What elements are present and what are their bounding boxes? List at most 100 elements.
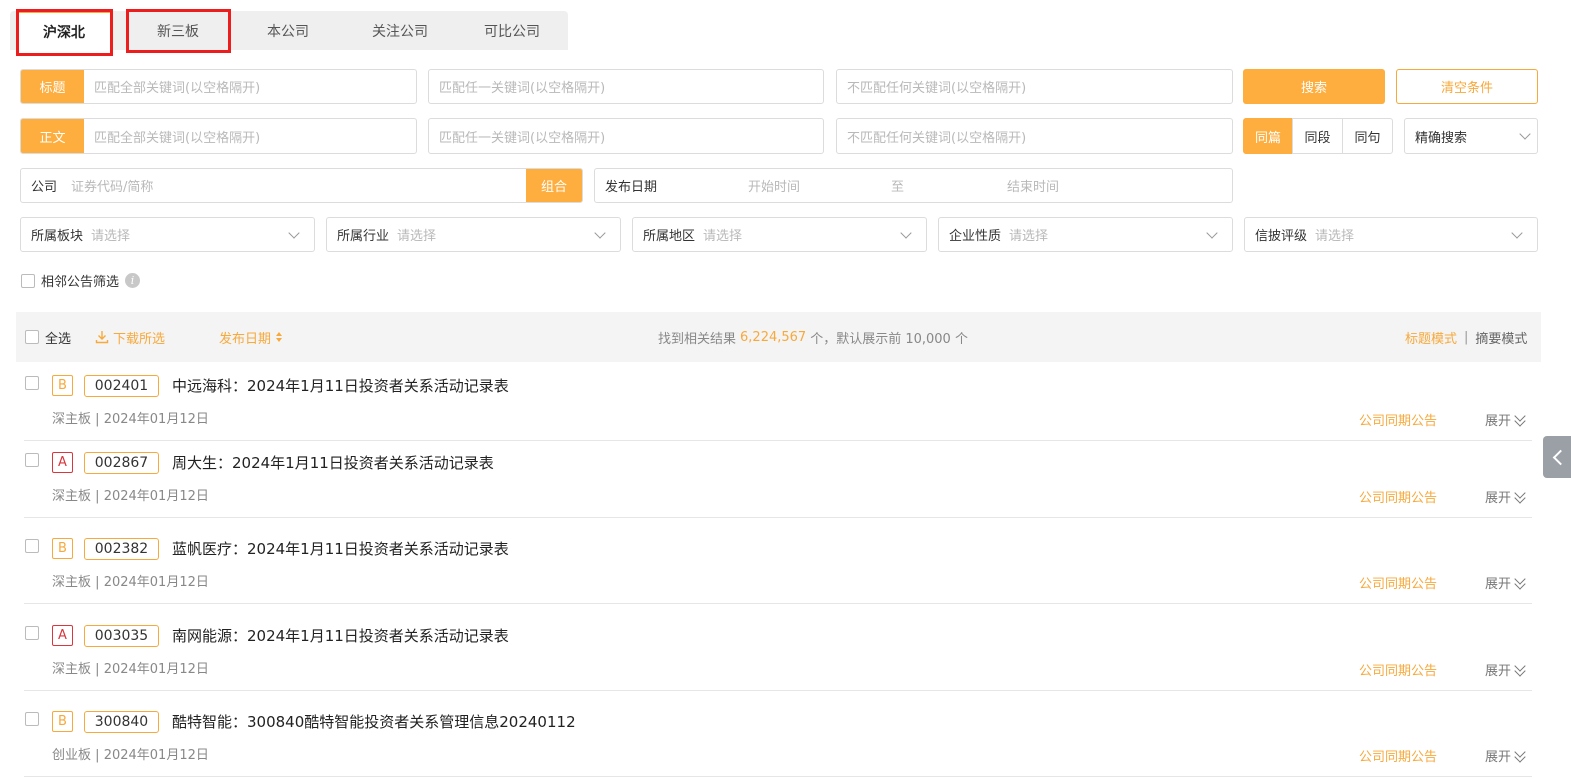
adjacent-filter-checkbox[interactable] <box>21 273 35 288</box>
company-sync-link[interactable]: 公司同期公告 <box>1359 573 1437 592</box>
select-all[interactable]: 全选 <box>25 312 71 362</box>
body-any-keyword-field[interactable]: 匹配任一关键词(以空格隔开) <box>428 118 824 154</box>
chevron-down-icon <box>900 226 912 239</box>
stock-code[interactable]: 300840 <box>84 711 159 733</box>
row-meta: 深主板 | 2024年01月12日 <box>52 571 209 590</box>
tab-own-company[interactable]: 本公司 <box>238 11 338 50</box>
found-count: 6,224,567 <box>740 329 807 345</box>
expand-button[interactable]: 展开 <box>1485 410 1526 429</box>
select-all-checkbox[interactable] <box>25 330 39 344</box>
download-selected-button[interactable]: 下载所选 <box>95 312 165 362</box>
sort-by-date[interactable]: 发布日期 <box>219 312 283 362</box>
info-icon[interactable]: i <box>125 273 141 288</box>
tab-xinsanban[interactable]: 新三板 <box>128 11 228 50</box>
select-placeholder: 请选择 <box>91 229 131 244</box>
tab-label: 关注公司 <box>372 23 428 40</box>
tab-followed-companies[interactable]: 关注公司 <box>350 11 450 50</box>
announcement-title[interactable]: 周大生：2024年1月11日投资者关系活动记录表 <box>172 452 494 473</box>
company-sync-link[interactable]: 公司同期公告 <box>1359 487 1437 506</box>
title-mode-button[interactable]: 标题模式 <box>1405 328 1457 347</box>
found-prefix: 找到相关结果 <box>658 331 737 347</box>
double-chevron-down-icon <box>1514 414 1526 426</box>
scope-same-article[interactable]: 同篇 <box>1243 118 1293 154</box>
region-select[interactable]: 所属地区 请选择 <box>632 217 927 252</box>
industry-select[interactable]: 所属行业 请选择 <box>326 217 621 252</box>
row-checkbox[interactable] <box>25 712 39 726</box>
company-sync-link[interactable]: 公司同期公告 <box>1359 410 1437 429</box>
stock-code[interactable]: 002867 <box>84 452 159 474</box>
combo-button[interactable]: 组合 <box>526 169 582 202</box>
view-mode-switch: 标题模式 | 摘要模式 <box>1405 312 1527 362</box>
expand-button[interactable]: 展开 <box>1485 573 1526 592</box>
company-label: 公司 <box>31 180 58 195</box>
tab-hushenbei[interactable]: 沪深北 <box>18 11 110 50</box>
list-item: A 003035 南网能源：2024年1月11日投资者关系活动记录表 深主板 |… <box>24 614 1532 691</box>
rating-badge: A <box>52 625 73 646</box>
start-date-input[interactable]: 开始时间 <box>748 176 800 195</box>
body-all-keywords-field[interactable]: 正文 匹配全部关键词(以空格隔开) <box>20 118 417 154</box>
row-checkbox[interactable] <box>25 376 39 390</box>
select-label: 所属地区 <box>643 229 696 244</box>
company-placeholder: 证券代码/简称 <box>71 180 154 195</box>
scope-same-paragraph[interactable]: 同段 <box>1292 118 1343 154</box>
date-label: 发布日期 <box>605 180 658 195</box>
placeholder: 匹配全部关键词(以空格隔开) <box>94 130 261 146</box>
chevron-down-icon <box>1519 128 1531 140</box>
stock-code[interactable]: 002401 <box>84 375 159 397</box>
select-placeholder: 请选择 <box>703 229 743 244</box>
body-none-keyword-field[interactable]: 不匹配任何关键词(以空格隔开) <box>836 118 1233 154</box>
title-all-keywords-field[interactable]: 标题 匹配全部关键词(以空格隔开) <box>20 69 417 104</box>
publish-date: 2024年01月12日 <box>103 748 209 763</box>
expand-button[interactable]: 展开 <box>1485 660 1526 679</box>
row-checkbox[interactable] <box>25 453 39 467</box>
body-tag: 正文 <box>21 119 84 153</box>
end-date-input[interactable]: 结束时间 <box>1007 176 1059 195</box>
announcement-title[interactable]: 南网能源：2024年1月11日投资者关系活动记录表 <box>172 625 509 646</box>
meta-separator: | <box>95 748 100 763</box>
precision-select[interactable]: 精确搜索 <box>1404 118 1538 154</box>
summary-mode-button[interactable]: 摘要模式 <box>1475 328 1527 347</box>
tab-comparable-companies[interactable]: 可比公司 <box>462 11 562 50</box>
rating-badge: B <box>52 711 73 732</box>
row-checkbox[interactable] <box>25 626 39 640</box>
side-panel-toggle[interactable] <box>1543 436 1571 478</box>
list-item: B 300840 酷特智能：300840酷特智能投资者关系管理信息2024011… <box>24 700 1532 777</box>
announcement-title[interactable]: 蓝帆医疗：2024年1月11日投资者关系活动记录表 <box>172 538 509 559</box>
double-chevron-down-icon <box>1514 577 1526 589</box>
enterprise-type-select[interactable]: 企业性质 请选择 <box>938 217 1233 252</box>
expand-button[interactable]: 展开 <box>1485 487 1526 506</box>
placeholder: 匹配任一关键词(以空格隔开) <box>439 81 606 96</box>
company-sync-link[interactable]: 公司同期公告 <box>1359 746 1437 765</box>
board-name: 创业板 <box>52 748 92 763</box>
clear-conditions-button[interactable]: 清空条件 <box>1396 69 1538 104</box>
title-none-keyword-field[interactable]: 不匹配任何关键词(以空格隔开) <box>836 69 1233 104</box>
board-select[interactable]: 所属板块 请选择 <box>20 217 315 252</box>
row-meta: 深主板 | 2024年01月12日 <box>52 408 209 427</box>
company-field[interactable]: 公司 证券代码/简称 组合 <box>20 168 583 203</box>
announcement-title[interactable]: 中远海科：2024年1月11日投资者关系活动记录表 <box>172 375 509 396</box>
expand-button[interactable]: 展开 <box>1485 746 1526 765</box>
announcement-title[interactable]: 酷特智能：300840酷特智能投资者关系管理信息20240112 <box>172 711 576 732</box>
date-range-field[interactable]: 发布日期 开始时间 至 结束时间 <box>594 168 1233 203</box>
expand-label: 展开 <box>1485 750 1512 765</box>
sort-label: 发布日期 <box>219 331 272 347</box>
title-any-keyword-field[interactable]: 匹配任一关键词(以空格隔开) <box>428 69 824 104</box>
select-all-label: 全选 <box>45 331 72 347</box>
rating-badge: B <box>52 375 73 396</box>
scope-same-sentence[interactable]: 同句 <box>1342 118 1393 154</box>
select-label: 信披评级 <box>1255 229 1308 244</box>
select-placeholder: 请选择 <box>1009 229 1049 244</box>
stock-code[interactable]: 002382 <box>84 538 159 560</box>
chevron-down-icon <box>1511 226 1523 239</box>
meta-separator: | <box>95 662 100 677</box>
disclosure-rating-select[interactable]: 信披评级 请选择 <box>1244 217 1538 252</box>
search-button[interactable]: 搜索 <box>1243 69 1385 104</box>
result-toolbar: 全选 下载所选 发布日期 找到相关结果 6,224,567 个，默认展示前 10… <box>16 312 1541 362</box>
stock-code[interactable]: 003035 <box>84 625 159 647</box>
mode-separator: | <box>1464 329 1469 345</box>
row-checkbox[interactable] <box>25 539 39 553</box>
chevron-left-icon <box>1552 449 1568 465</box>
company-sync-link[interactable]: 公司同期公告 <box>1359 660 1437 679</box>
list-item: B 002382 蓝帆医疗：2024年1月11日投资者关系活动记录表 深主板 |… <box>24 527 1532 604</box>
row-meta: 创业板 | 2024年01月12日 <box>52 744 209 763</box>
